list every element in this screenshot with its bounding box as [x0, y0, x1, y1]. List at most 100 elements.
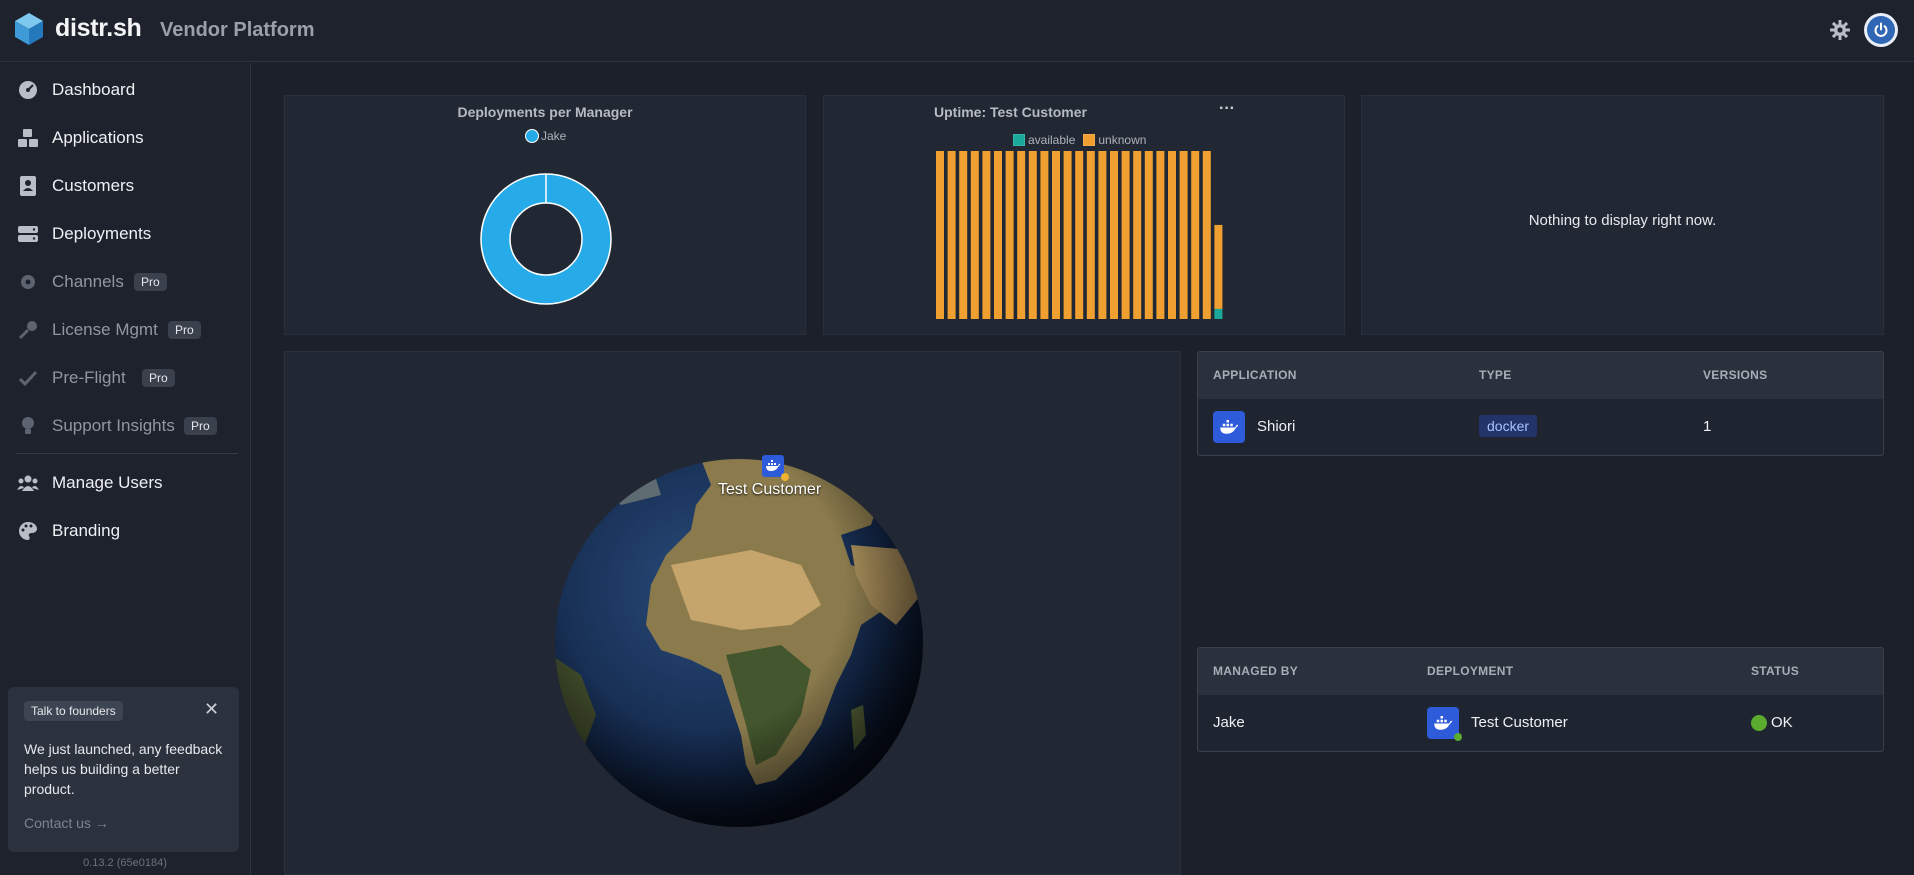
uptime-bar-unknown[interactable] [1110, 151, 1118, 319]
sidebar-item-support-insights[interactable]: Support Insights Pro [0, 406, 250, 446]
donut-outline [509, 202, 583, 276]
uptime-bar-unknown[interactable] [936, 151, 944, 319]
versions-count: 1 [1703, 418, 1712, 435]
channels-icon [21, 275, 35, 289]
close-icon[interactable]: ✕ [204, 699, 219, 720]
status-text: OK [1771, 714, 1793, 731]
uptime-bar-unknown[interactable] [1040, 151, 1049, 319]
table-row[interactable]: Shiori docker 1 [1198, 399, 1883, 456]
status-dot [781, 473, 789, 481]
power-icon [1874, 22, 1888, 37]
uptime-bar-unknown[interactable] [1156, 151, 1165, 319]
chart-title: Deployments per Manager [457, 104, 633, 120]
marker-label: Test Customer [718, 481, 822, 498]
pro-badge: Pro [134, 273, 167, 291]
uptime-bar-unknown[interactable] [959, 151, 968, 319]
power-button[interactable] [1864, 13, 1898, 47]
column-header-deployment: DEPLOYMENT [1427, 664, 1514, 678]
empty-message: Nothing to display right now. [1528, 212, 1717, 229]
column-header-status: STATUS [1751, 664, 1800, 678]
uptime-bar-unknown[interactable] [982, 151, 991, 319]
sidebar-item-applications[interactable]: Applications [0, 118, 250, 158]
legend-swatch-available [1013, 134, 1025, 146]
palette-icon [19, 522, 37, 540]
uptime-bar-unknown[interactable] [1098, 151, 1107, 319]
column-header-managed-by: MANAGED BY [1213, 664, 1299, 678]
sidebar-item-channels[interactable]: Channels Pro [0, 262, 250, 302]
legend-swatch [525, 129, 539, 143]
pro-badge: Pro [184, 417, 217, 435]
table-header: APPLICATION TYPE VERSIONS [1198, 352, 1883, 399]
sidebar: Dashboard Applications Customers Deploym… [0, 63, 251, 875]
legend-label-available[interactable]: available [1028, 133, 1075, 147]
deployments-icon [18, 226, 38, 242]
customers-icon [20, 176, 36, 196]
table-row[interactable]: Jake Test Customer OK [1198, 695, 1883, 752]
uptime-bar-unknown[interactable] [1075, 151, 1084, 319]
donut-chart [480, 173, 612, 305]
uptime-bar-available[interactable] [1214, 308, 1223, 319]
gear-icon[interactable] [1828, 18, 1852, 42]
column-header-versions: VERSIONS [1703, 368, 1768, 382]
managed-by: Jake [1213, 714, 1245, 731]
applications-icon [18, 129, 38, 147]
chart-title: Uptime: Test Customer [934, 104, 1087, 120]
sidebar-item-label: License Mgmt [52, 320, 158, 339]
sidebar-item-manage-users[interactable]: Manage Users [0, 463, 250, 503]
legend-swatch-unknown [1083, 134, 1096, 146]
top-bar: distr.sh Vendor Platform [0, 0, 1914, 62]
uptime-bar-unknown[interactable] [1168, 151, 1176, 319]
legend-label-unknown[interactable]: unknown [1098, 133, 1146, 147]
uptime-bar-unknown[interactable] [994, 151, 1002, 319]
users-icon [17, 475, 39, 491]
sidebar-item-dashboard[interactable]: Dashboard [0, 70, 250, 110]
uptime-bar-unknown[interactable] [1063, 151, 1072, 319]
contact-us-link[interactable]: Contact us → [24, 815, 109, 831]
sidebar-item-customers[interactable]: Customers [0, 166, 250, 206]
pro-badge: Pro [168, 321, 201, 339]
docker-marker[interactable] [762, 455, 784, 477]
uptime-bar-unknown[interactable] [1017, 151, 1026, 319]
sidebar-item-label: Dashboard [52, 80, 136, 99]
sidebar-item-deployments[interactable]: Deployments [0, 214, 250, 254]
uptime-bar-unknown[interactable] [1052, 151, 1060, 319]
cube-logo-icon[interactable] [14, 12, 44, 46]
sidebar-item-license-mgmt[interactable]: License Mgmt Pro [0, 310, 250, 350]
uptime-bar-unknown[interactable] [970, 151, 979, 319]
uptime-bar-unknown[interactable] [1179, 151, 1188, 319]
uptime-bar-unknown[interactable] [1133, 151, 1142, 319]
earth-globe[interactable] [551, 455, 927, 831]
sidebar-item-pre-flight[interactable]: Pre-Flight Pro [0, 358, 250, 398]
sidebar-item-label: Branding [52, 521, 121, 540]
pro-badge: Pro [142, 369, 175, 387]
table-header: MANAGED BY DEPLOYMENT STATUS [1198, 648, 1883, 695]
chart-legend: available unknown [1013, 133, 1146, 147]
applications-table: APPLICATION TYPE VERSIONS Shiori docker … [1197, 351, 1884, 456]
sidebar-item-label: Channels [52, 272, 124, 291]
docker-icon [1213, 411, 1245, 443]
check-icon [18, 370, 38, 387]
legend-label: Jake [541, 129, 567, 143]
uptime-bar-unknown[interactable] [1086, 151, 1095, 319]
uptime-bar-unknown[interactable] [1005, 151, 1014, 319]
uptime-bar-unknown[interactable] [1202, 151, 1211, 319]
chart-legend[interactable]: Jake [525, 129, 566, 143]
uptime-bar-unknown[interactable] [1191, 151, 1200, 319]
brand-subtitle: Vendor Platform [160, 19, 315, 41]
arrow-right-icon: → [94, 815, 109, 831]
version-label: 0.13.2 (65e0184) [83, 857, 167, 869]
deployment-name: Test Customer [1471, 714, 1568, 731]
status-dot [1454, 733, 1462, 741]
globe-map-card[interactable]: Test Customer [284, 351, 1181, 875]
sidebar-item-label: Deployments [52, 224, 152, 243]
more-icon[interactable]: ··· [1219, 100, 1235, 118]
uptime-bar-unknown[interactable] [1144, 151, 1153, 319]
sidebar-item-branding[interactable]: Branding [0, 511, 250, 551]
uptime-bar-unknown[interactable] [1028, 151, 1037, 319]
promo-tag: Talk to founders [24, 701, 123, 721]
uptime-bar-unknown[interactable] [1121, 151, 1130, 319]
uptime-bar-unknown[interactable] [1214, 224, 1223, 309]
dashboard-icon [19, 81, 37, 99]
uptime-bar-unknown[interactable] [947, 151, 956, 319]
brand-name[interactable]: distr.sh [55, 14, 142, 43]
